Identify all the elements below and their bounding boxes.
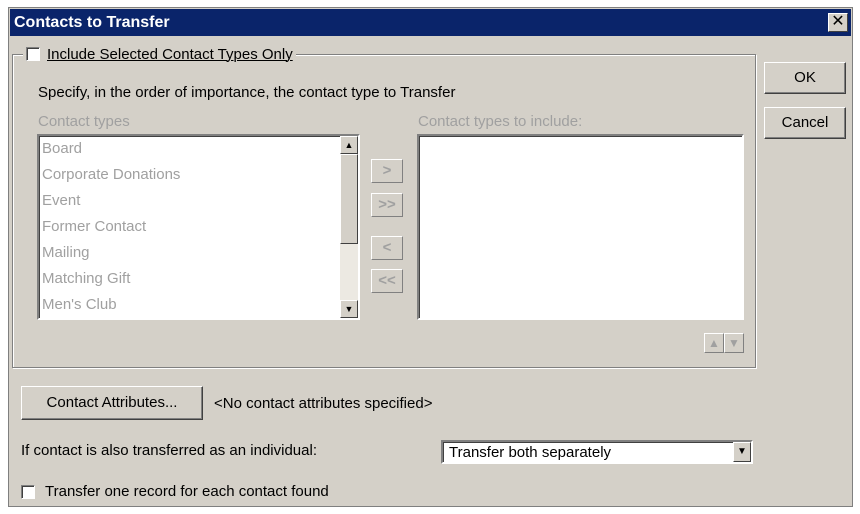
contact-types-scrollbar[interactable]: ▲ ▼ (340, 136, 358, 318)
individual-select[interactable]: Transfer both separately ▼ (441, 440, 753, 464)
contact-types-to-include-list[interactable] (417, 134, 744, 320)
include-selected-label: Include Selected Contact Types Only (47, 45, 293, 63)
move-up-button[interactable]: ▲ (704, 333, 724, 353)
close-icon: ✕ (831, 13, 845, 30)
individual-label: If contact is also transferred as an ind… (21, 442, 317, 459)
contact-attributes-label: Contact Attributes... (46, 394, 178, 411)
contact-types-label: Contact types (38, 113, 130, 130)
contact-type-item[interactable]: Former Contact (39, 214, 358, 240)
add-button[interactable]: > (371, 159, 403, 183)
contact-types-list[interactable]: Board Corporate Donations Event Former Cont… (37, 134, 360, 320)
contact-type-item[interactable]: Corporate Donations (39, 162, 358, 188)
window-title: Contacts to Transfer (14, 14, 170, 31)
contact-types-items: Board Corporate Donations Event Former Cont… (39, 136, 358, 318)
cancel-label: Cancel (781, 114, 829, 131)
close-button[interactable]: ✕ (828, 13, 848, 32)
contact-type-item[interactable]: Men's Club (39, 292, 358, 318)
scroll-thumb[interactable] (340, 154, 358, 244)
one-record-row[interactable]: Transfer one record for each contact fou… (21, 483, 329, 500)
include-selected-checkbox[interactable] (26, 47, 40, 61)
remove-button[interactable]: < (371, 236, 403, 260)
add-all-button[interactable]: >> (371, 193, 403, 217)
contact-type-item[interactable]: Matching Gift (39, 266, 358, 292)
attributes-status: <No contact attributes specified> (214, 395, 433, 412)
one-record-checkbox[interactable] (21, 484, 35, 499)
one-record-label: Transfer one record for each contact fou… (45, 483, 329, 500)
individual-select-value: Transfer both separately (449, 444, 612, 461)
ok-label: OK (794, 69, 816, 86)
contact-types-to-include-label: Contact types to include: (418, 113, 583, 130)
cancel-button[interactable]: Cancel (764, 107, 846, 139)
chevron-down-icon[interactable]: ▼ (733, 442, 751, 462)
include-selected-checkbox-row[interactable]: Include Selected Contact Types Only (23, 45, 296, 63)
contact-attributes-button[interactable]: Contact Attributes... (21, 386, 203, 420)
remove-all-button[interactable]: << (371, 269, 403, 293)
ok-button[interactable]: OK (764, 62, 846, 94)
contact-type-item[interactable]: Mailing (39, 240, 358, 266)
move-down-button[interactable]: ▼ (724, 333, 744, 353)
title-bar: Contacts to Transfer ✕ (10, 9, 851, 36)
contact-type-item[interactable]: Event (39, 188, 358, 214)
scroll-up-icon[interactable]: ▲ (340, 136, 358, 154)
contact-type-item[interactable]: Board (39, 136, 358, 162)
instructions-text: Specify, in the order of importance, the… (38, 84, 456, 101)
arrow-up-icon: ▲ (708, 336, 720, 350)
scroll-down-icon[interactable]: ▼ (340, 300, 358, 318)
arrow-down-icon: ▼ (728, 336, 740, 350)
